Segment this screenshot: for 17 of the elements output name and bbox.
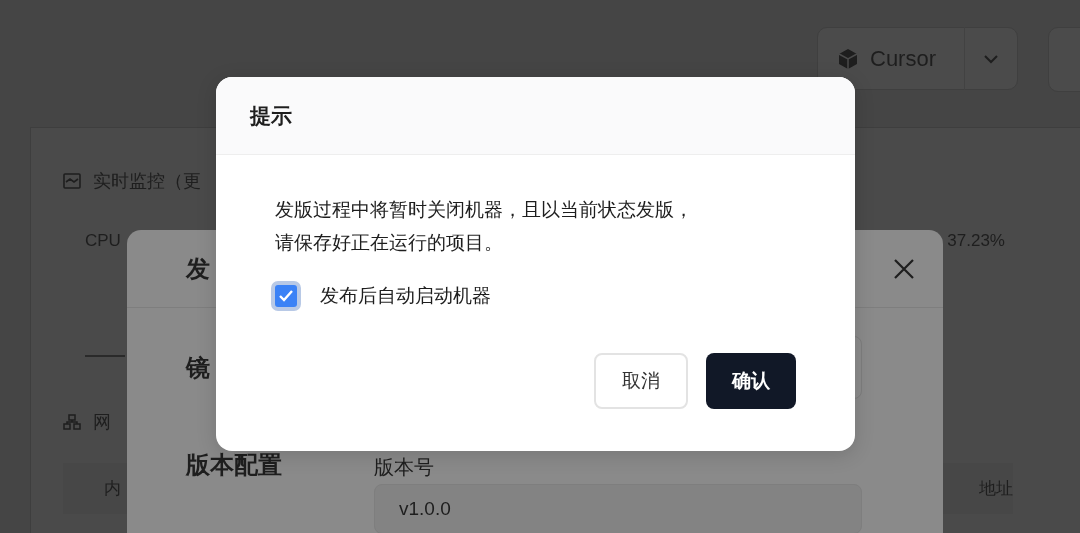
cube-icon (838, 47, 858, 70)
monitor-icon (63, 173, 81, 189)
dialog-message: 发版过程中将暂时关闭机器，且以当前状态发版， 请保存好正在运行的项目。 (275, 198, 694, 255)
field-label: 镜 (186, 352, 211, 383)
cancel-button[interactable]: 取消 (594, 353, 688, 409)
dialog-title: 发 (186, 253, 210, 284)
version-field[interactable]: v1.0.0 (374, 484, 862, 533)
field-label: 版本号 (374, 455, 435, 480)
chevron-down-icon (983, 53, 999, 64)
checkbox[interactable] (271, 281, 301, 311)
confirm-button[interactable]: 确认 (706, 353, 796, 409)
dialog-title: 提示 (250, 102, 292, 129)
checkbox-label[interactable]: 发布后自动启动机器 (320, 283, 491, 309)
network-icon (63, 414, 81, 430)
check-icon (278, 289, 294, 303)
section-label: 版本配置 (186, 450, 283, 480)
close-icon[interactable] (893, 257, 915, 280)
